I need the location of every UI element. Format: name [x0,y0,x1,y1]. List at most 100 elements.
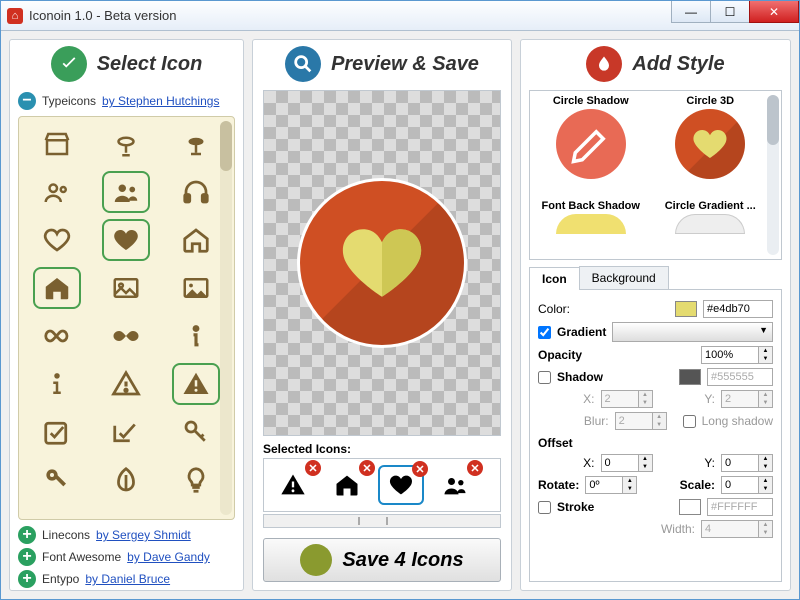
shadow-y-input[interactable]: ▲▼ [721,390,773,408]
iconset-fontawesome[interactable]: + Font Awesome by Dave Gandy [10,546,243,568]
stroke-width-input[interactable]: ▲▼ [701,520,773,538]
icon-key-fill[interactable] [33,459,81,501]
rotate-input[interactable]: ▲▼ [585,476,637,494]
icon-heart-fill[interactable] [102,219,150,261]
remove-icon[interactable]: ✕ [412,461,428,477]
stroke-color-swatch[interactable] [679,499,701,515]
style-tile-font-back-shadow[interactable]: Font Back Shadow [534,200,648,255]
magnifier-icon [285,46,321,82]
preview-title: Preview & Save [331,53,479,76]
icon-check-edit[interactable] [102,411,150,453]
selected-label: Selected Icons: [263,442,501,456]
shadow-color-swatch[interactable] [679,369,701,385]
style-presets: Circle Shadow Circle 3D Font Back Shadow… [529,90,782,260]
icon-warn-outline[interactable] [102,363,150,405]
titlebar: ⌂ Iconoin 1.0 - Beta version — ☐ ✕ [1,1,799,31]
icon-warn-fill[interactable] [172,363,220,405]
gradient-picker[interactable] [612,322,773,342]
stroke-color-input[interactable] [707,498,773,516]
icon-grid-scrollbar[interactable] [220,121,232,515]
shadow-label: Shadow [557,370,603,384]
shadow-y-label: Y: [681,392,715,406]
icon-leaf[interactable] [102,459,150,501]
content-area: Select Icon − Typeicons by Stephen Hutch… [1,31,799,599]
icon-info-fill[interactable] [33,363,81,405]
selected-scrollbar[interactable] [263,514,501,528]
icon-check-square[interactable] [33,411,81,453]
style-tile-circle-gradient[interactable]: Circle Gradient ... [654,200,768,255]
preview-header: Preview & Save [253,40,511,90]
icon-store[interactable] [33,123,81,165]
shadow-color-input[interactable] [707,368,773,386]
minimize-button[interactable]: — [671,1,711,23]
expand-icon[interactable]: + [18,548,36,566]
icon-infinity-fill[interactable] [102,315,150,357]
shadow-x-input[interactable]: ▲▼ [601,390,653,408]
offset-x-input[interactable]: ▲▼ [601,454,653,472]
expand-icon[interactable]: + [18,570,36,588]
scale-input[interactable]: ▲▼ [721,476,773,494]
tab-icon[interactable]: Icon [529,267,580,290]
icon-camera-fill[interactable] [172,123,220,165]
window-buttons: — ☐ ✕ [672,1,799,30]
color-label: Color: [538,302,592,316]
style-header: Add Style [521,40,790,90]
blur-input[interactable]: ▲▼ [615,412,667,430]
iconset-name: Entypo [42,572,79,586]
selected-item-users[interactable]: ✕ [432,465,478,505]
style-tile-circle-shadow[interactable]: Circle Shadow [534,95,648,200]
iconset-author-link[interactable]: by Daniel Bruce [85,572,170,586]
preview-panel: Preview & Save Selected Icons: ✕ ✕ ✕ ✕ [252,39,512,591]
icon-bulb[interactable] [172,459,220,501]
iconset-author-link[interactable]: by Sergey Shmidt [96,528,191,542]
style-scrollbar[interactable] [767,95,779,255]
icon-headphones[interactable] [172,171,220,213]
stroke-checkbox[interactable] [538,501,551,514]
iconset-open-row[interactable]: − Typeicons by Stephen Hutchings [10,90,243,112]
offset-label: Offset [538,436,773,450]
icon-camera-outline[interactable] [102,123,150,165]
long-shadow-checkbox[interactable] [683,415,696,428]
tab-background[interactable]: Background [579,266,669,289]
property-form: Color: Gradient Opacity ▲▼ Sh [529,290,782,582]
selected-item-heart[interactable]: ✕ [378,465,424,505]
window-title: Iconoin 1.0 - Beta version [29,8,672,23]
opacity-input[interactable]: ▲▼ [701,346,773,364]
icon-info-outline[interactable] [172,315,220,357]
gradient-label: Gradient [557,325,606,339]
iconset-author-link[interactable]: by Dave Gandy [127,550,210,564]
icon-image-fill[interactable] [172,267,220,309]
remove-icon[interactable]: ✕ [359,460,375,476]
expand-icon[interactable]: + [18,526,36,544]
style-tile-circle-3d[interactable]: Circle 3D [654,95,768,200]
icon-home-outline[interactable] [172,219,220,261]
iconset-entypo[interactable]: + Entypo by Daniel Bruce [10,568,243,590]
icon-key-outline[interactable] [172,411,220,453]
offset-y-input[interactable]: ▲▼ [721,454,773,472]
offset-x-label: X: [561,456,595,470]
icon-infinity-outline[interactable] [33,315,81,357]
remove-icon[interactable]: ✕ [467,460,483,476]
selected-row: Selected Icons: ✕ ✕ ✕ ✕ [263,442,501,512]
color-input[interactable] [703,300,773,318]
icon-heart-outline[interactable] [33,219,81,261]
iconset-author-link[interactable]: by Stephen Hutchings [102,94,219,108]
icon-home-fill[interactable] [33,267,81,309]
gradient-checkbox[interactable] [538,326,551,339]
offset-y-label: Y: [681,456,715,470]
icon-users-fill[interactable] [102,171,150,213]
rotate-label: Rotate: [538,478,579,492]
maximize-button[interactable]: ☐ [710,1,750,23]
color-swatch[interactable] [675,301,697,317]
selected-strip: ✕ ✕ ✕ ✕ [263,458,501,512]
collapse-icon[interactable]: − [18,92,36,110]
icon-image-outline[interactable] [102,267,150,309]
iconset-linecons[interactable]: + Linecons by Sergey Shmidt [10,524,243,546]
shadow-checkbox[interactable] [538,371,551,384]
selected-item-home[interactable]: ✕ [324,465,370,505]
icon-users-outline[interactable] [33,171,81,213]
selected-item-warn[interactable]: ✕ [270,465,316,505]
close-button[interactable]: ✕ [749,1,799,23]
save-button[interactable]: Save 4 Icons [263,538,501,582]
remove-icon[interactable]: ✕ [305,460,321,476]
